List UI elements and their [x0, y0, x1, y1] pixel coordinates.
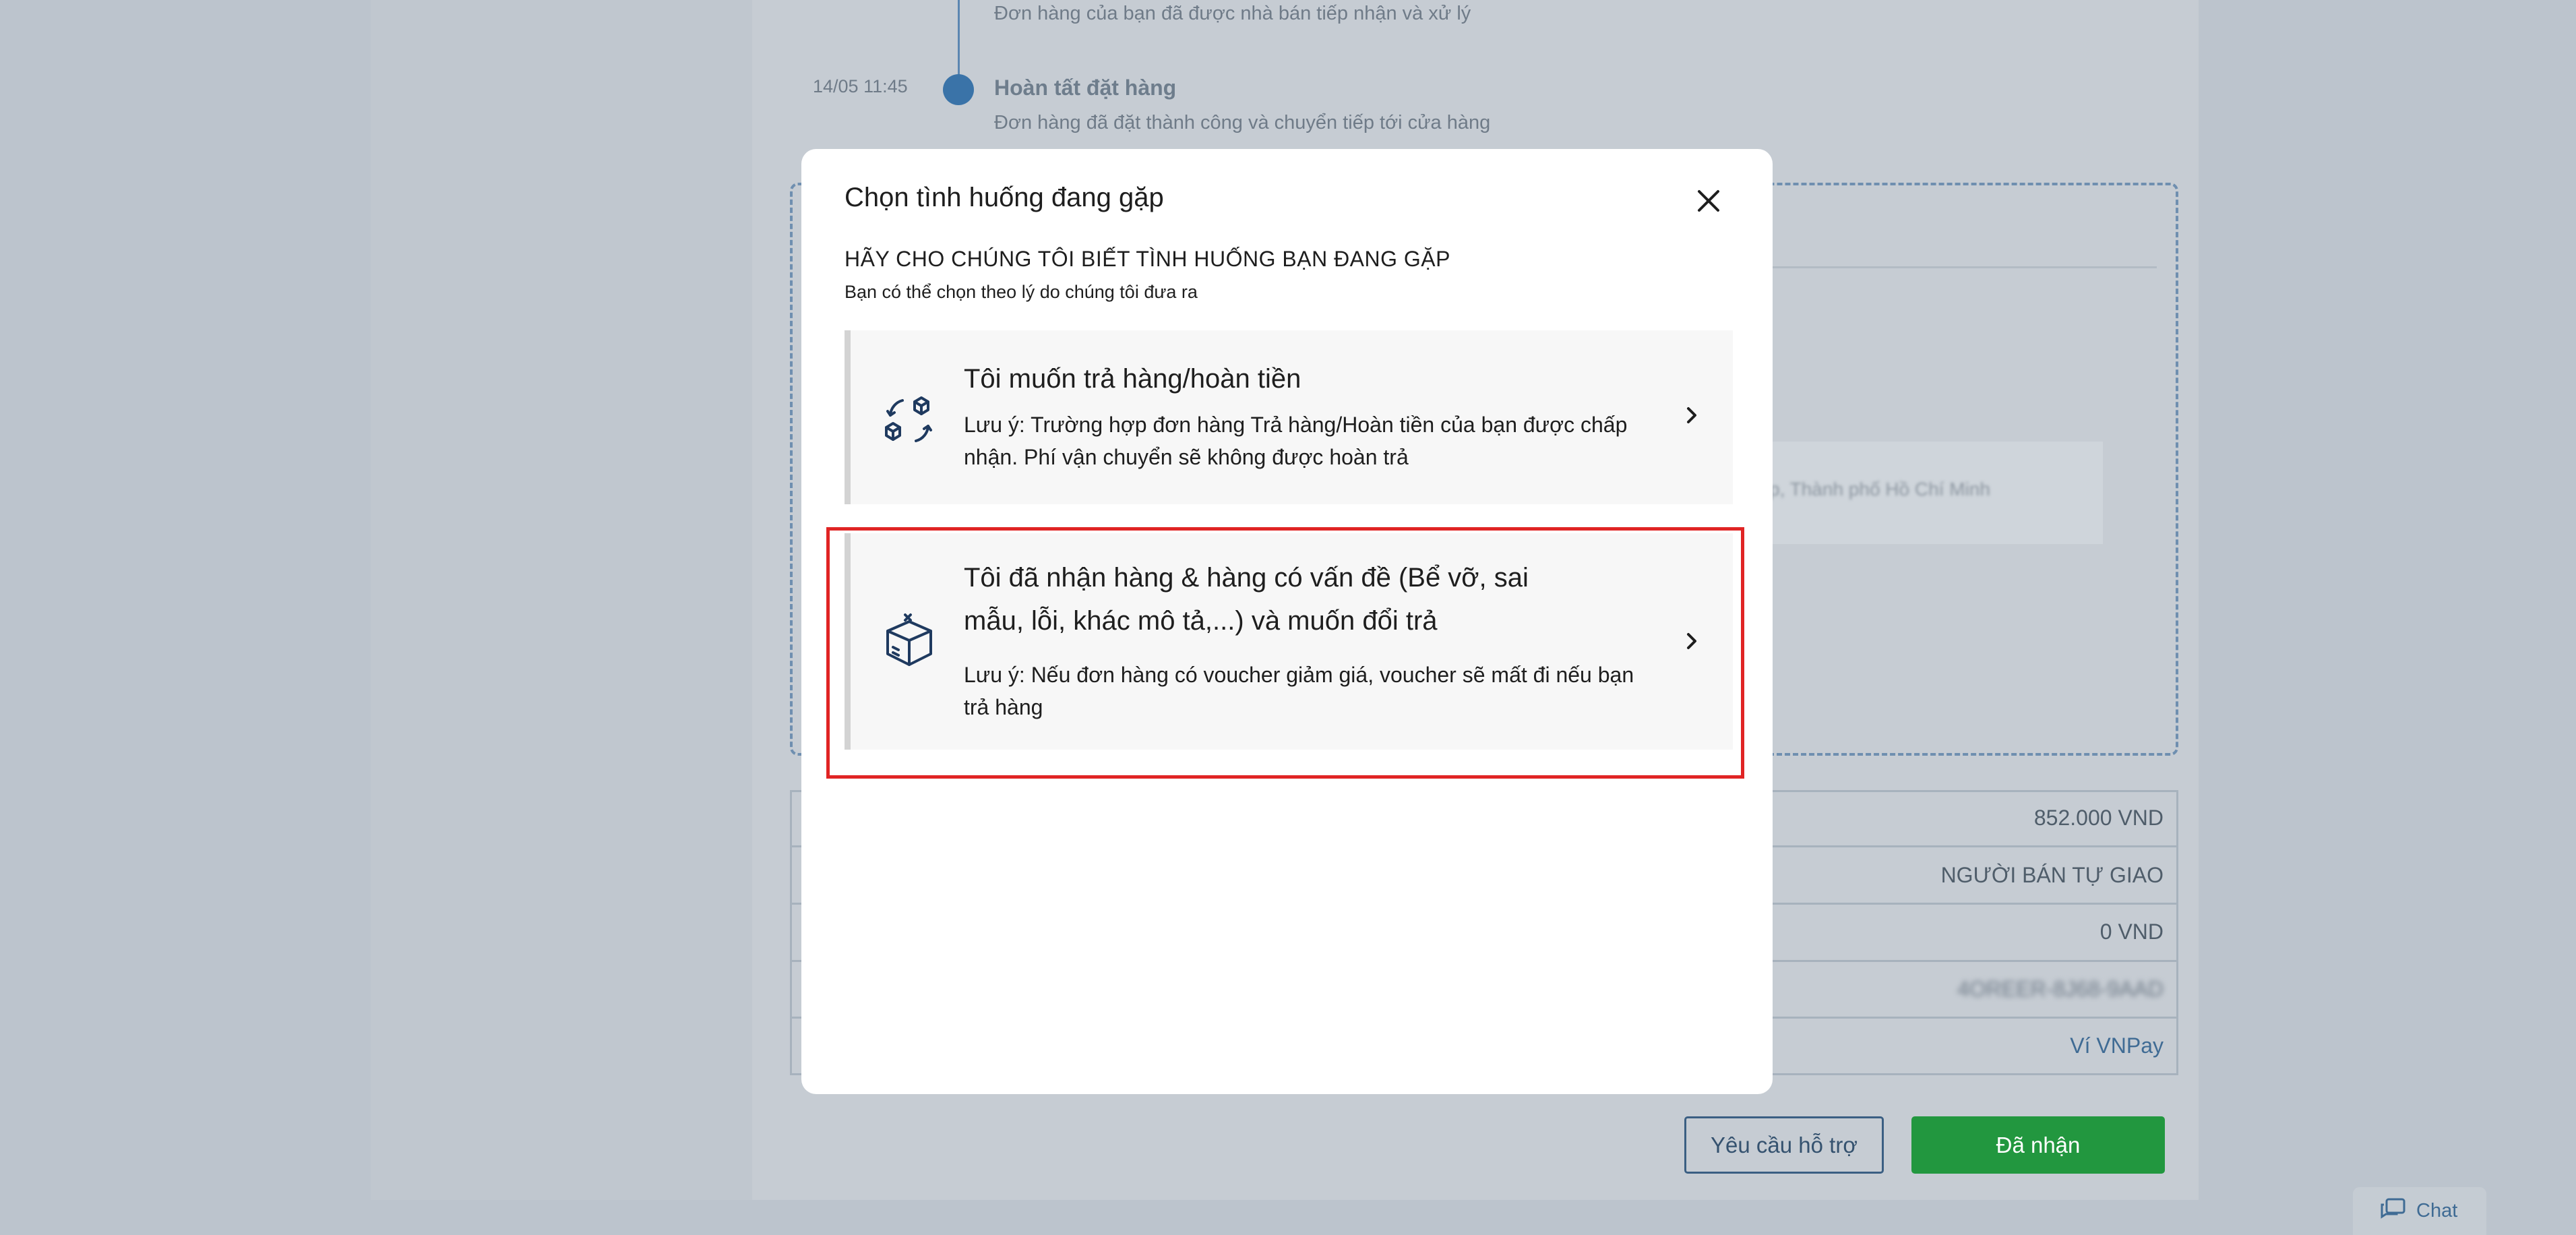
modal-title: Chọn tình huống đang gặp	[845, 183, 1164, 212]
option-title: Tôi đã nhận hàng & hàng có vấn đề (Bể vỡ…	[964, 563, 1529, 636]
timeline-prev-description: Đơn hàng của bạn đã được nhà bán tiếp nh…	[994, 3, 1471, 24]
payment-method-value[interactable]: Ví VNPay	[2070, 1033, 2164, 1058]
option-note: Lưu ý: Trường hợp đơn hàng Trả hàng/Hoàn…	[964, 413, 1628, 469]
modal-subheading: Bạn có thể chọn theo lý do chúng tôi đưa…	[845, 282, 1198, 302]
close-button[interactable]	[1689, 181, 1728, 220]
section-divider	[1773, 266, 2157, 268]
shipping-fee-value: 0 VND	[2099, 920, 2164, 944]
option-return-refund[interactable]: Tôi muốn trả hàng/hoàn tiền Lưu ý: Trườn…	[845, 330, 1733, 504]
option-title: Tôi muốn trả hàng/hoàn tiền	[964, 364, 1301, 394]
option-damaged-exchange[interactable]: Tôi đã nhận hàng & hàng có vấn đề (Bể vỡ…	[845, 533, 1733, 750]
chat-label: Chat	[2416, 1200, 2458, 1222]
background-left	[0, 0, 371, 1235]
chat-icon	[2380, 1198, 2405, 1224]
received-button[interactable]: Đã nhận	[1911, 1116, 2165, 1174]
timeline-dot	[943, 74, 974, 105]
timeline-event-description: Đơn hàng đã đặt thành công và chuyển tiế…	[994, 112, 1491, 133]
situation-modal: Chọn tình huống đang gặp HÃY CHO CHÚNG T…	[801, 149, 1773, 1094]
chevron-right-icon	[1684, 629, 1700, 657]
timeline-event-title: Hoàn tất đặt hàng	[994, 76, 1177, 100]
chevron-right-icon	[1684, 403, 1700, 431]
support-request-button[interactable]: Yêu cầu hỗ trợ	[1684, 1116, 1884, 1174]
order-total-value: 852.000 VND	[2033, 806, 2164, 830]
close-icon	[1698, 190, 1719, 212]
address-text: p, Thành phố Hồ Chí Minh	[1769, 479, 1990, 500]
modal-heading: HÃY CHO CHÚNG TÔI BIẾT TÌNH HUỐNG BẠN ĐA…	[845, 247, 1450, 271]
background-right	[2199, 0, 2576, 1235]
background-bottom	[371, 1200, 2199, 1235]
damaged-box-icon	[881, 612, 938, 672]
chat-button[interactable]: Chat	[2353, 1187, 2486, 1235]
background-sidebar	[371, 0, 752, 1200]
timeline-event-time: 14/05 11:45	[813, 76, 908, 96]
shipping-method-value: NGƯỜI BÁN TỰ GIAO	[1940, 863, 2164, 887]
order-code-value: 4OREER-8J68-9AAD	[1957, 977, 2164, 1001]
return-boxes-icon	[881, 392, 938, 452]
option-note: Lưu ý: Nếu đơn hàng có voucher giảm giá,…	[964, 663, 1634, 719]
